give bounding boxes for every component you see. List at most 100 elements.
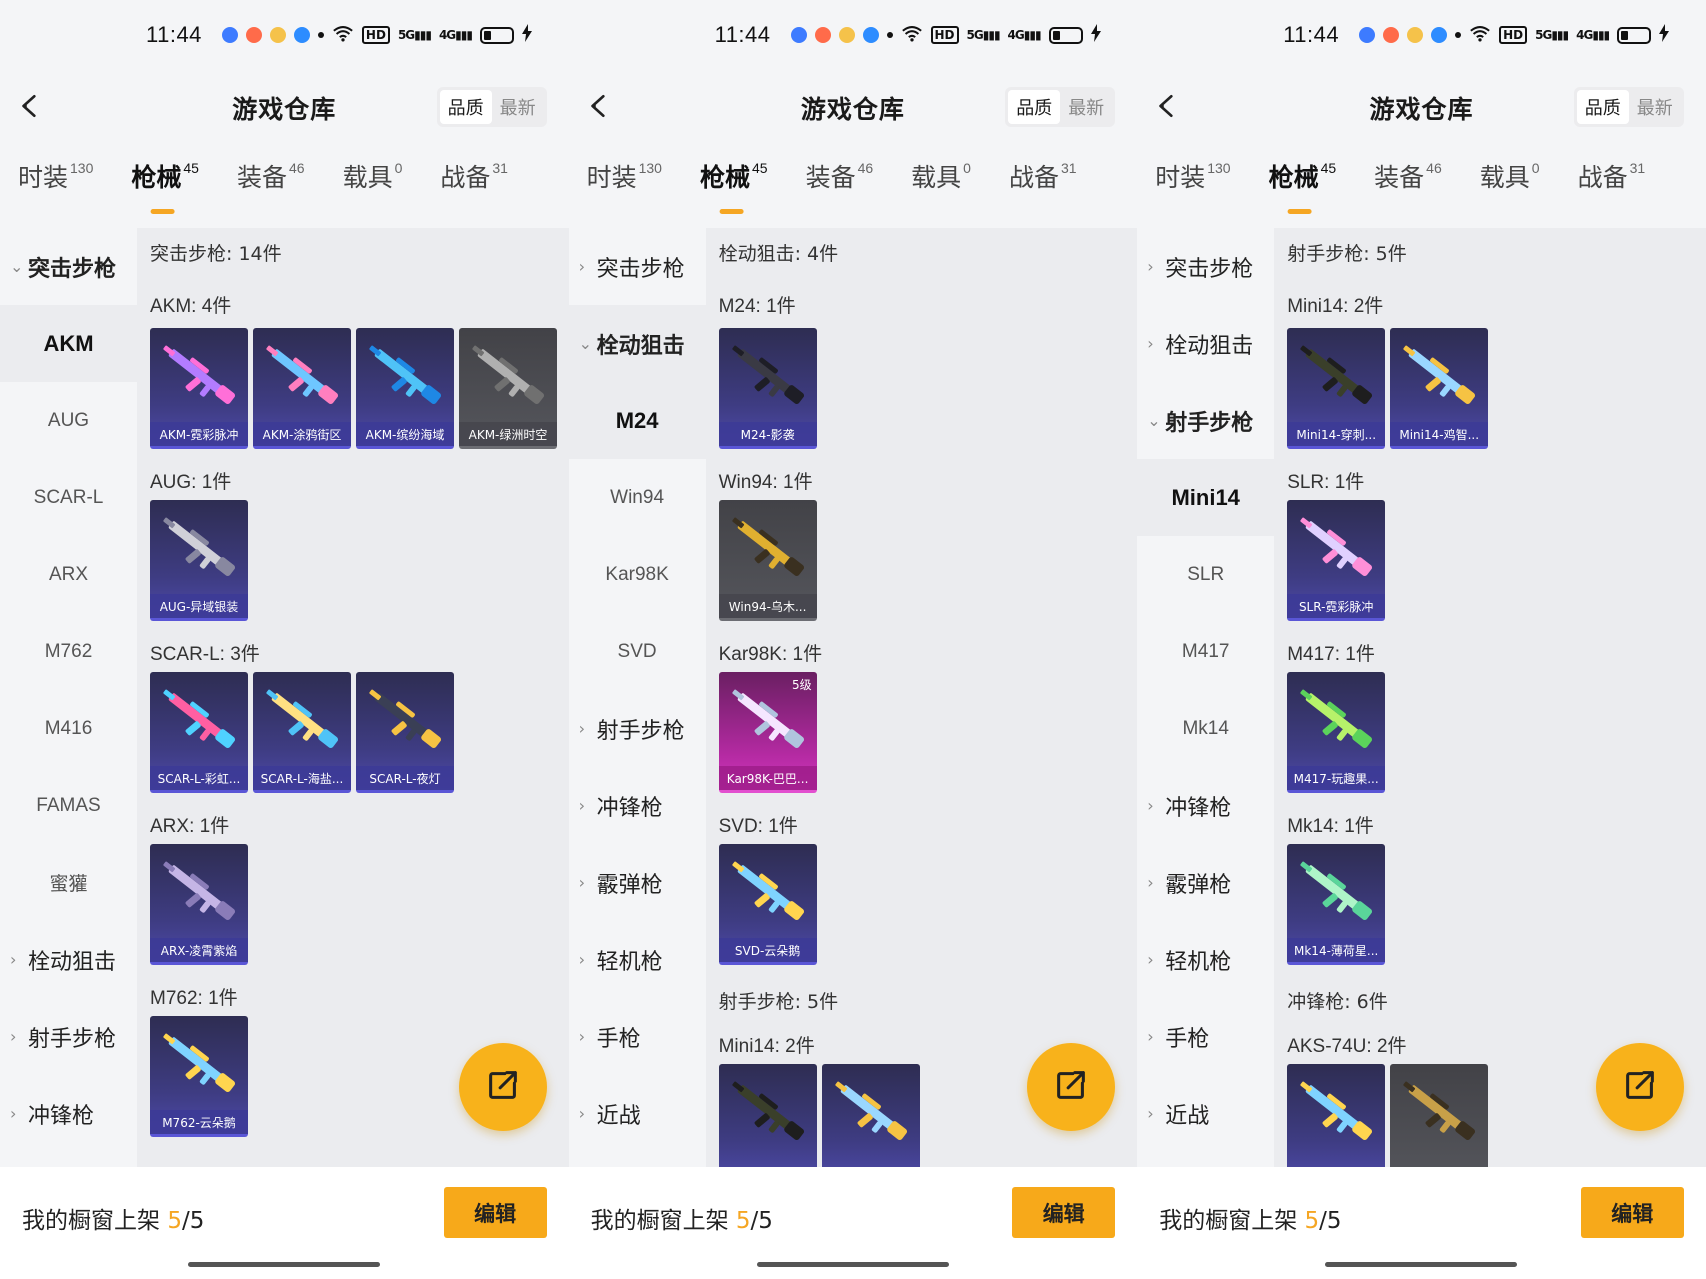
- share-button[interactable]: [1027, 1043, 1116, 1131]
- skin-card[interactable]: SCAR-L-夜灯: [356, 672, 454, 793]
- sidebar-category[interactable]: ⌄ 栓动狙击: [568, 305, 706, 382]
- sidebar-weapon-item[interactable]: Kar98K: [569, 536, 706, 613]
- skin-card-row: 5级 Kar98K-巴巴...: [718, 672, 1138, 796]
- sidebar-category[interactable]: › 霰弹枪: [1137, 844, 1274, 921]
- sort-newest-button[interactable]: 最新: [492, 90, 544, 124]
- showcase-footer: 我的橱窗上架 5/5 编辑: [568, 1167, 1138, 1279]
- tab-4[interactable]: 战备 31: [440, 158, 508, 214]
- tab-3[interactable]: 载具 0: [343, 158, 403, 214]
- sidebar-weapon-item[interactable]: Win94: [569, 459, 706, 536]
- sidebar-category[interactable]: › 手枪: [569, 998, 706, 1075]
- sidebar-category[interactable]: › 突击步枪: [1137, 228, 1274, 305]
- sidebar-weapon-item[interactable]: ARX: [0, 536, 137, 613]
- home-indicator[interactable]: [188, 1262, 381, 1267]
- tab-3[interactable]: 载具 0: [1480, 158, 1540, 214]
- sidebar-category[interactable]: › 手枪: [1137, 998, 1274, 1075]
- skin-card[interactable]: [718, 1064, 817, 1167]
- sidebar-weapon-item[interactable]: Mk14: [1137, 690, 1274, 767]
- sidebar-weapon-item[interactable]: FAMAS: [0, 767, 137, 844]
- sidebar-category[interactable]: › 霰弹枪: [569, 844, 706, 921]
- sidebar-category[interactable]: › 栓动狙击: [0, 921, 137, 998]
- sidebar-category[interactable]: › 近战: [1137, 1075, 1274, 1152]
- skin-card[interactable]: SCAR-L-海盐...: [253, 672, 351, 793]
- sidebar-weapon-item[interactable]: Mini14: [1137, 459, 1275, 536]
- sort-quality-button[interactable]: 品质: [439, 90, 492, 124]
- sort-newest-button[interactable]: 最新: [1060, 90, 1112, 124]
- sidebar-weapon-item[interactable]: M417: [1137, 613, 1274, 690]
- edit-button[interactable]: 编辑: [1012, 1187, 1116, 1238]
- skin-card[interactable]: M24-影袭: [718, 328, 817, 449]
- skin-name: M762-云朵鹅: [150, 1110, 248, 1134]
- skin-card[interactable]: SLR-霓彩脉冲: [1287, 500, 1386, 621]
- sidebar-category[interactable]: › 突击步枪: [569, 228, 706, 305]
- skin-card[interactable]: SCAR-L-彩虹...: [150, 672, 248, 793]
- sidebar-category[interactable]: › 冲锋枪: [0, 1075, 137, 1152]
- sidebar-weapon-item[interactable]: SLR: [1137, 536, 1274, 613]
- sidebar-category[interactable]: › 轻机枪: [569, 921, 706, 998]
- skin-card[interactable]: AUG-异域银装: [150, 500, 248, 621]
- tab-3[interactable]: 载具 0: [911, 158, 971, 214]
- tab-1[interactable]: 枪械 45: [1269, 158, 1337, 214]
- skin-card[interactable]: AKM-霓彩脉冲: [150, 328, 248, 449]
- tab-0[interactable]: 时装 130: [18, 158, 93, 214]
- sidebar-category[interactable]: ⌄ 射手步枪: [1137, 382, 1274, 459]
- skin-card[interactable]: Win94-乌木...: [718, 500, 817, 621]
- share-button[interactable]: [458, 1043, 547, 1131]
- tab-2[interactable]: 装备 46: [1374, 158, 1442, 214]
- sidebar-weapon-item[interactable]: AKM: [0, 305, 137, 382]
- tab-2[interactable]: 装备 46: [806, 158, 874, 214]
- back-button[interactable]: [1147, 86, 1187, 130]
- sidebar-weapon-item[interactable]: 蜜獾: [0, 844, 137, 921]
- tab-4[interactable]: 战备 31: [1578, 158, 1646, 214]
- status-bar: 11:44 HD 5G▮▮▮ 4G▮▮▮: [1137, 0, 1706, 70]
- tab-0[interactable]: 时装 130: [587, 158, 662, 214]
- tab-1[interactable]: 枪械 45: [700, 158, 768, 214]
- edit-button[interactable]: 编辑: [1580, 1187, 1684, 1238]
- back-button[interactable]: [10, 86, 50, 130]
- tab-4[interactable]: 战备 31: [1009, 158, 1077, 214]
- weapon-group-header: Win94: 1件: [718, 471, 813, 493]
- sidebar-category[interactable]: › 射手步枪: [569, 690, 706, 767]
- skin-card[interactable]: SVD-云朵鹅: [718, 844, 817, 965]
- sidebar-weapon-item[interactable]: M762: [0, 613, 137, 690]
- skin-card[interactable]: AKM-涂鸦街区: [253, 328, 351, 449]
- sort-quality-button[interactable]: 品质: [1576, 90, 1629, 124]
- skin-card[interactable]: AKM-缤纷海域: [356, 328, 454, 449]
- sidebar-category[interactable]: › 近战: [569, 1075, 706, 1152]
- skin-card[interactable]: 5级 Kar98K-巴巴...: [718, 672, 817, 793]
- sidebar-category[interactable]: › 栓动狙击: [1137, 305, 1274, 382]
- sidebar-category[interactable]: › 射手步枪: [0, 998, 137, 1075]
- sidebar-category[interactable]: ⌄ 突击步枪: [0, 228, 137, 305]
- skin-card[interactable]: M417-玩趣果...: [1287, 672, 1386, 793]
- home-indicator[interactable]: [1325, 1262, 1518, 1267]
- share-button[interactable]: [1595, 1043, 1684, 1131]
- back-button[interactable]: [579, 86, 619, 130]
- skin-card[interactable]: Mini14-鸡智...: [1390, 328, 1489, 449]
- sidebar-category-label: 冲锋枪: [1165, 795, 1232, 821]
- sidebar-weapon-item[interactable]: AUG: [0, 382, 137, 459]
- sidebar-weapon-item[interactable]: M416: [0, 690, 137, 767]
- skin-card[interactable]: [1390, 1064, 1489, 1167]
- sidebar-weapon-item[interactable]: M24: [568, 382, 706, 459]
- sidebar-category[interactable]: › 冲锋枪: [569, 767, 706, 844]
- skin-card[interactable]: AKM-绿洲时空: [459, 328, 557, 449]
- sidebar-category[interactable]: › 轻机枪: [1137, 921, 1274, 998]
- skin-card[interactable]: ARX-凌霄紫焰: [150, 844, 248, 965]
- skin-card[interactable]: [821, 1064, 920, 1167]
- gun-skin-image: [163, 861, 236, 920]
- sidebar-weapon-item[interactable]: SVD: [569, 613, 706, 690]
- sort-quality-button[interactable]: 品质: [1008, 90, 1061, 124]
- tab-1[interactable]: 枪械 45: [131, 158, 199, 214]
- showcase-total-count: /5: [750, 1208, 773, 1234]
- skin-card[interactable]: [1287, 1064, 1386, 1167]
- skin-card[interactable]: M762-云朵鹅: [150, 1016, 248, 1137]
- sidebar-category[interactable]: › 冲锋枪: [1137, 767, 1274, 844]
- tab-2[interactable]: 装备 46: [237, 158, 305, 214]
- edit-button[interactable]: 编辑: [443, 1187, 547, 1238]
- home-indicator[interactable]: [756, 1262, 949, 1267]
- sort-newest-button[interactable]: 最新: [1629, 90, 1681, 124]
- skin-card[interactable]: Mk14-薄荷星...: [1287, 844, 1386, 965]
- sidebar-weapon-item[interactable]: SCAR-L: [0, 459, 137, 536]
- skin-card[interactable]: Mini14-穿刺...: [1287, 328, 1386, 449]
- tab-0[interactable]: 时装 130: [1155, 158, 1230, 214]
